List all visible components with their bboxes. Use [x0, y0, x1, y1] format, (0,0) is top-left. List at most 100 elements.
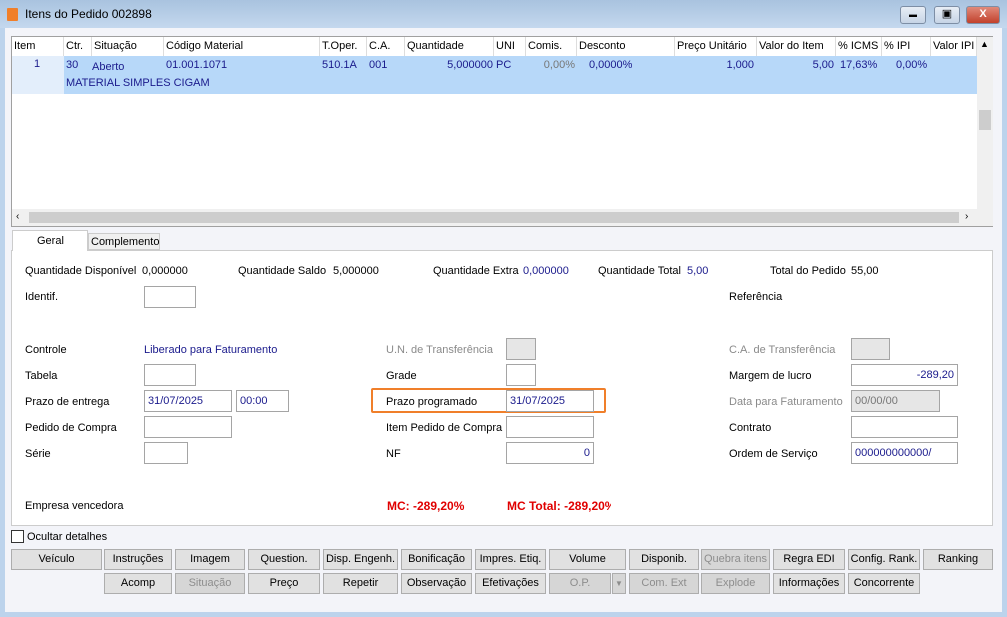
pedido-compra-label: Pedido de Compra	[25, 422, 117, 434]
observacao-button[interactable]: Observação	[401, 573, 472, 594]
pedido-compra-input[interactable]	[144, 416, 232, 438]
config-rank-button[interactable]: Config. Rank.	[848, 549, 920, 570]
tab-geral[interactable]: Geral	[12, 230, 88, 251]
scroll-left-icon[interactable]: ‹	[16, 211, 19, 222]
question-button[interactable]: Question.	[248, 549, 320, 570]
col-quantidade[interactable]: Quantidade	[405, 37, 494, 56]
table-row[interactable]: 1 30 Aberto 01.001.1071 510.1A 001 5,000…	[12, 56, 977, 94]
tabela-input[interactable]	[144, 364, 196, 386]
serie-input[interactable]	[144, 442, 188, 464]
tab-complemento[interactable]: Complemento	[88, 233, 160, 250]
quebra-itens-button[interactable]: Quebra itens	[701, 549, 770, 570]
ordem-servico-input[interactable]: 000000000000/	[851, 442, 958, 464]
informacoes-button[interactable]: Informações	[773, 573, 845, 594]
prazo-programado-label: Prazo programado	[386, 396, 478, 408]
explode-button[interactable]: Explode	[701, 573, 770, 594]
impres-etiq-button[interactable]: Impres. Etiq.	[475, 549, 546, 570]
cell-quantidade: 5,000000	[447, 59, 493, 71]
mc-total-value: MC Total: -289,20%	[507, 499, 611, 513]
com-ext-button[interactable]: Com. Ext	[629, 573, 699, 594]
prazo-programado-input[interactable]: 31/07/2025	[506, 390, 594, 412]
items-grid[interactable]: Item Ctr. Situação Código Material T.Ope…	[11, 36, 993, 227]
maximize-button[interactable]: ▣	[934, 6, 960, 24]
ocultar-detalhes-checkbox[interactable]	[11, 530, 24, 543]
item-pedido-compra-input[interactable]	[506, 416, 594, 438]
op-dropdown-icon[interactable]: ▼	[612, 573, 626, 594]
horizontal-scrollbar[interactable]: ‹ ›	[12, 209, 993, 226]
mc-value: MC: -289,20%	[387, 499, 465, 513]
preco-button[interactable]: Preço	[248, 573, 320, 594]
cell-toper: 510.1A	[322, 59, 357, 71]
col-toper[interactable]: T.Oper.	[320, 37, 367, 56]
grade-input[interactable]	[506, 364, 536, 386]
ca-transferencia-input[interactable]	[851, 338, 890, 360]
identif-label: Identif.	[25, 291, 59, 303]
cell-comis: 0,00%	[543, 59, 575, 71]
ordem-servico-label: Ordem de Serviço	[729, 448, 818, 460]
repetir-button[interactable]: Repetir	[323, 573, 398, 594]
data-faturamento-input[interactable]: 00/00/00	[851, 390, 940, 412]
col-situacao[interactable]: Situação	[92, 37, 164, 56]
vertical-scrollbar[interactable]: ▲	[977, 37, 993, 209]
empresa-vencedora-label: Empresa vencedora	[25, 500, 124, 512]
scroll-up-icon[interactable]: ▲	[980, 39, 989, 49]
col-preco[interactable]: Preço Unitário	[675, 37, 757, 56]
col-valor[interactable]: Valor do Item	[757, 37, 836, 56]
acomp-button[interactable]: Acomp	[104, 573, 172, 594]
imagem-button[interactable]: Imagem	[175, 549, 245, 570]
un-transferencia-label: U.N. de Transferência	[386, 344, 493, 356]
qtd-saldo-label: Quantidade Saldo	[238, 265, 327, 277]
un-transferencia-input[interactable]	[506, 338, 536, 360]
title-bar: Itens do Pedido 002898 ▬ ▣ X	[0, 0, 1007, 28]
col-icms[interactable]: % ICMS	[836, 37, 882, 56]
cell-preco: 1,000	[726, 59, 754, 71]
identif-input[interactable]	[144, 286, 196, 308]
disp-engenh-button[interactable]: Disp. Engenh.	[323, 549, 398, 570]
instrucoes-button[interactable]: Instruções	[104, 549, 172, 570]
situacao-button[interactable]: Situação	[175, 573, 245, 594]
nf-input[interactable]: 0	[506, 442, 594, 464]
col-uni[interactable]: UNI	[494, 37, 526, 56]
col-desconto[interactable]: Desconto	[577, 37, 675, 56]
close-button[interactable]: X	[966, 6, 1000, 24]
regra-edi-button[interactable]: Regra EDI	[773, 549, 845, 570]
bonificacao-button[interactable]: Bonificação	[401, 549, 472, 570]
col-valor-ipi[interactable]: Valor IPI	[931, 37, 977, 56]
margem-lucro-input[interactable]: -289,20	[851, 364, 958, 386]
contrato-input[interactable]	[851, 416, 958, 438]
qtd-extra-value: 0,000000	[523, 265, 569, 277]
op-button[interactable]: O.P.	[549, 573, 611, 594]
qtd-disponivel-label: Quantidade Disponível	[25, 265, 137, 277]
disponib-button[interactable]: Disponib.	[629, 549, 699, 570]
prazo-entrega-date-input[interactable]: 31/07/2025	[144, 390, 232, 412]
col-ctr[interactable]: Ctr.	[64, 37, 92, 56]
efetivacoes-button[interactable]: Efetivações	[475, 573, 546, 594]
minimize-button[interactable]: ▬	[900, 6, 926, 24]
cell-uni: PC	[496, 59, 512, 71]
cell-descricao: MATERIAL SIMPLES CIGAM	[66, 77, 210, 89]
concorrente-button[interactable]: Concorrente	[848, 573, 920, 594]
col-ca[interactable]: C.A.	[367, 37, 405, 56]
cell-item: 1	[34, 58, 41, 70]
col-codigo[interactable]: Código Material	[164, 37, 320, 56]
scroll-thumb[interactable]	[979, 110, 991, 130]
data-faturamento-label: Data para Faturamento	[729, 396, 843, 408]
ocultar-detalhes-label: Ocultar detalhes	[27, 531, 108, 543]
col-comis[interactable]: Comis.	[526, 37, 577, 56]
scroll-thumb-h[interactable]	[29, 212, 959, 223]
col-item[interactable]: Item	[12, 37, 64, 56]
volume-button[interactable]: Volume	[549, 549, 626, 570]
ranking-button[interactable]: Ranking	[923, 549, 993, 570]
col-ipi[interactable]: % IPI	[882, 37, 931, 56]
veiculo-button[interactable]: Veículo	[11, 549, 102, 570]
cell-valor: 5,00	[812, 59, 834, 71]
qtd-extra-label: Quantidade Extra	[433, 265, 519, 277]
grade-label: Grade	[386, 370, 417, 382]
ca-transferencia-label: C.A. de Transferência	[729, 344, 836, 356]
contrato-label: Contrato	[729, 422, 772, 434]
prazo-entrega-time-input[interactable]: 00:00	[236, 390, 289, 412]
scroll-right-icon[interactable]: ›	[965, 211, 968, 222]
prazo-entrega-label: Prazo de entrega	[25, 396, 110, 408]
window-title: Itens do Pedido 002898	[25, 7, 152, 21]
qtd-disponivel-value: 0,000000	[142, 265, 188, 277]
